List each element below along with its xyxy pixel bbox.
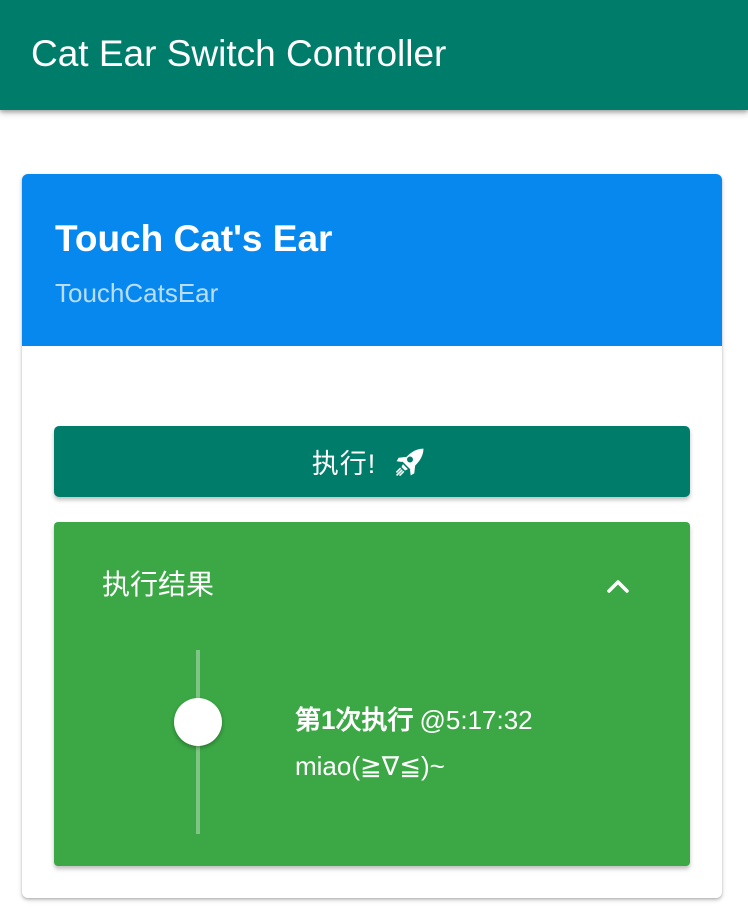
run-button[interactable]: 执行!: [54, 426, 690, 497]
entry-time: @5:17:32: [419, 705, 533, 735]
card-subtitle: TouchCatsEar: [55, 278, 219, 308]
chevron-up-icon[interactable]: [602, 570, 634, 602]
timeline-dot: [174, 698, 222, 746]
rocket-icon: [388, 440, 432, 484]
entry-message: miao(≧∇≦)~: [295, 751, 445, 781]
action-card: Touch Cat's Ear TouchCatsEar 执行! 执行结果 第1…: [22, 174, 722, 898]
result-panel: 执行结果 第1次执行 @5:17:32 miao(≧∇≦)~: [54, 522, 690, 866]
card-header: Touch Cat's Ear TouchCatsEar: [22, 174, 722, 346]
run-button-label: 执行!: [311, 449, 377, 479]
card-title: Touch Cat's Ear: [55, 218, 333, 259]
app-title: Cat Ear Switch Controller: [31, 33, 447, 74]
entry-index-label: 第1次执行: [295, 705, 414, 735]
app-bar: Cat Ear Switch Controller: [0, 0, 748, 110]
result-panel-header[interactable]: 执行结果: [54, 522, 690, 650]
result-panel-title: 执行结果: [102, 569, 215, 600]
timeline-entry-title: 第1次执行 @5:17:32: [295, 702, 533, 738]
